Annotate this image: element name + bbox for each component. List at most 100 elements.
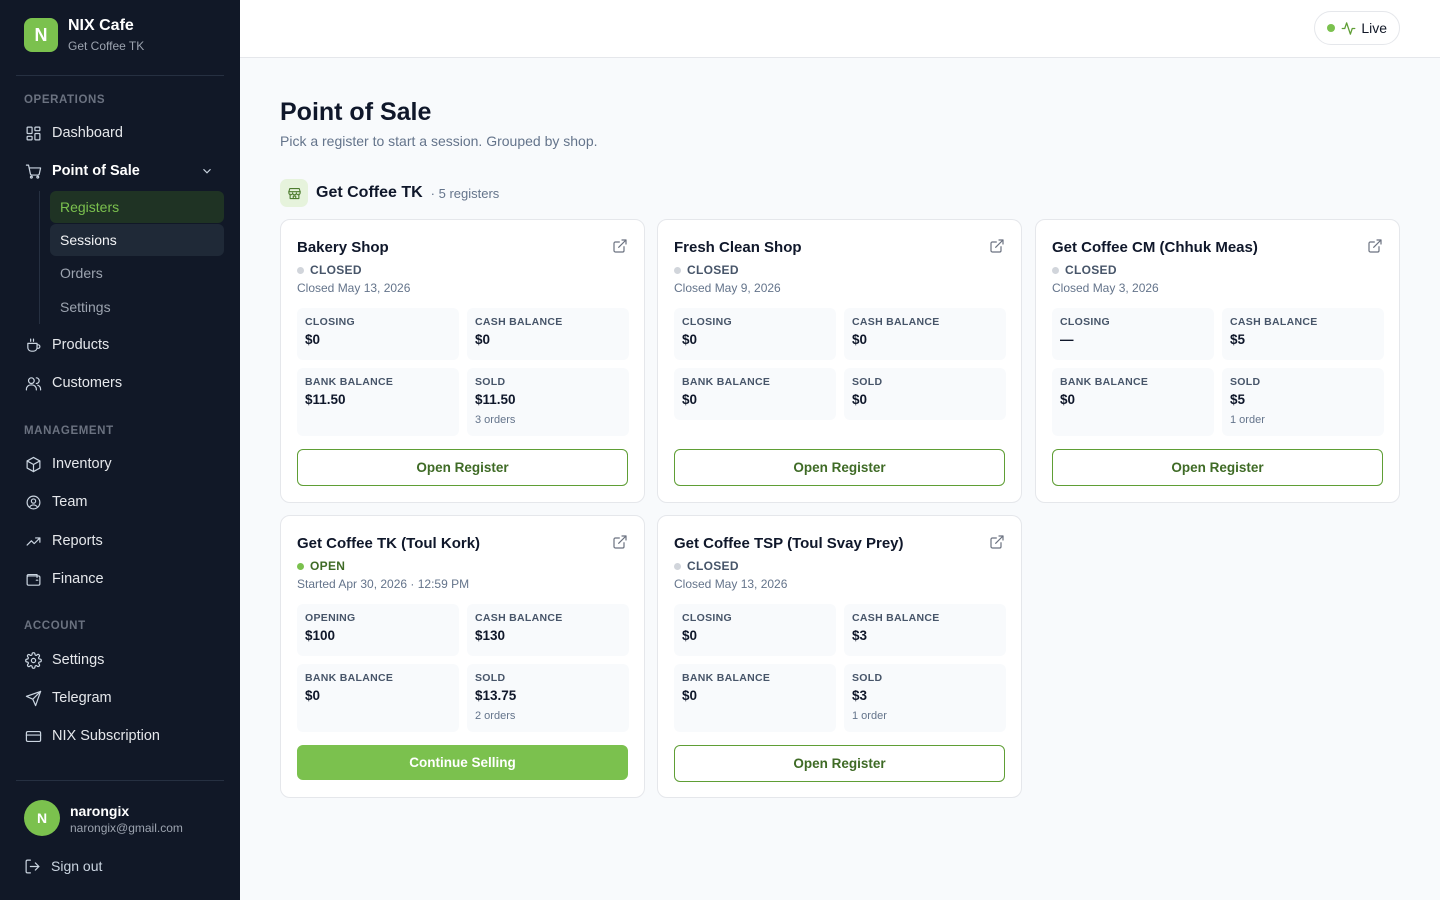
stat-value: $0 — [682, 332, 698, 347]
shop-register-count: · 5 registers — [430, 185, 500, 201]
dashboard-icon — [24, 124, 42, 142]
stat-label: CASH BALANCE — [852, 316, 940, 328]
status-date: Closed May 9, 2026 — [674, 281, 781, 295]
status-badge: CLOSED — [297, 263, 362, 277]
sidebar-item-label: Dashboard — [52, 125, 123, 141]
sidebar: N NIX Cafe Get Coffee TK OPERATIONS Dash… — [0, 0, 240, 900]
sidebar-item-customers[interactable]: Customers — [16, 367, 224, 399]
external-link-icon[interactable] — [612, 534, 628, 550]
topbar: Live — [240, 0, 1440, 58]
sidebar-item-products[interactable]: Products — [16, 329, 224, 361]
stat-label: CLOSING — [1060, 316, 1110, 328]
brand-logo: N — [24, 18, 58, 52]
sidebar-item-label: NIX Subscription — [52, 728, 160, 744]
status-text: OPEN — [310, 559, 346, 573]
stat-s1: CLOSING $0 — [674, 604, 836, 656]
stat-label: CASH BALANCE — [475, 316, 563, 328]
register-card: Get Coffee TK (Toul Kork) OPEN Started Apr… — [280, 515, 645, 798]
sidebar-subitem-sessions[interactable]: Sessions — [50, 224, 224, 256]
sign-out-button[interactable]: Sign out — [24, 856, 102, 876]
status-date: Closed May 3, 2026 — [1052, 281, 1159, 295]
stat-s1: OPENING $100 — [297, 604, 459, 656]
external-link-icon[interactable] — [989, 238, 1005, 254]
sidebar-subitem-registers[interactable]: Registers — [50, 191, 224, 223]
stat-label: SOLD — [475, 672, 506, 684]
sidebar-item-label: Reports — [52, 533, 103, 549]
activity-icon — [1341, 21, 1356, 35]
stat-s3: BANK BALANCE $0 — [1052, 368, 1214, 436]
stat-value: $0 — [305, 688, 321, 703]
sidebar-item-inventory[interactable]: Inventory — [16, 448, 224, 480]
stat-value: $11.50 — [305, 392, 346, 407]
send-icon — [24, 689, 42, 707]
stat-label: SOLD — [852, 672, 883, 684]
live-label: Live — [1361, 20, 1387, 36]
sidebar-item-label: Customers — [52, 375, 123, 391]
avatar[interactable]: N — [24, 800, 60, 836]
status-dot — [297, 562, 304, 570]
stat-s4: SOLD $0 — [844, 368, 1006, 420]
chevron-down-icon[interactable] — [200, 164, 214, 178]
status-date: Started Apr 30, 2026 · 12:59 PM — [297, 577, 470, 591]
sidebar-item-dashboard[interactable]: Dashboard — [16, 117, 224, 149]
stat-value: $0 — [852, 332, 868, 347]
sidebar-item-team[interactable]: Team — [16, 486, 224, 518]
page-title: Point of Sale — [280, 98, 432, 126]
open-register-button[interactable]: Open Register — [1052, 449, 1383, 486]
status-badge: CLOSED — [674, 559, 739, 573]
external-link-icon[interactable] — [612, 238, 628, 254]
continue-selling-button[interactable]: Continue Selling — [297, 745, 628, 780]
status-dot — [1052, 266, 1059, 274]
stat-s3: BANK BALANCE $11.50 — [297, 368, 459, 436]
brand[interactable]: N NIX Cafe Get Coffee TK — [24, 17, 144, 53]
sidebar-subitem-orders[interactable]: Orders — [50, 257, 224, 289]
sidebar-item-label: Team — [52, 494, 88, 510]
sidebar-item-point-of-sale[interactable]: Point of Sale — [16, 155, 224, 187]
stat-value: — — [1060, 332, 1074, 347]
register-card: Get Coffee TSP (Toul Svay Prey) CLOSED Clo… — [657, 515, 1022, 798]
sidebar-item-telegram[interactable]: Telegram — [16, 682, 224, 714]
open-register-button[interactable]: Open Register — [674, 745, 1005, 782]
stat-value: $5 — [1230, 332, 1246, 347]
live-status-button[interactable]: Live — [1314, 11, 1400, 45]
register-card: Get Coffee CM (Chhuk Meas) CLOSED Closed M… — [1035, 219, 1400, 503]
stat-s1: CLOSING — — [1052, 308, 1214, 360]
stat-label: BANK BALANCE — [682, 376, 771, 388]
sidebar-item-label: Inventory — [52, 456, 112, 472]
sidebar-item-label: Finance — [52, 571, 104, 587]
sidebar-item-label: Products — [52, 337, 110, 353]
cart-icon — [24, 162, 42, 180]
stat-s4: SOLD $3 1 order — [844, 664, 1006, 732]
stat-s1: CLOSING $0 — [674, 308, 836, 360]
open-register-button[interactable]: Open Register — [674, 449, 1005, 486]
stat-value: $3 — [852, 628, 868, 643]
trending-up-icon — [24, 532, 42, 550]
stat-value: $0 — [475, 332, 491, 347]
sidebar-item-label: Settings — [52, 652, 105, 668]
sidebar-item-settings[interactable]: Settings — [16, 644, 224, 676]
sidebar-subitem-settings[interactable]: Settings — [50, 291, 224, 323]
shop-name: Get Coffee TK — [316, 184, 423, 201]
external-link-icon[interactable] — [989, 534, 1005, 550]
open-register-button[interactable]: Open Register — [297, 449, 628, 486]
sidebar-item-subscription[interactable]: NIX Subscription — [16, 720, 224, 752]
user-circle-icon — [24, 493, 42, 511]
external-link-icon[interactable] — [1367, 238, 1383, 254]
stat-s4: SOLD $5 1 order — [1222, 368, 1384, 436]
stat-label: CLOSING — [305, 316, 355, 328]
page-subtitle: Pick a register to start a session. Grou… — [280, 133, 598, 149]
section-label-operations: OPERATIONS — [24, 94, 106, 106]
stat-s3: BANK BALANCE $0 — [674, 368, 836, 420]
register-card: Fresh Clean Shop CLOSED Closed May 9, 2026… — [657, 219, 1022, 503]
sidebar-item-finance[interactable]: Finance — [16, 563, 224, 595]
status-badge: CLOSED — [1052, 263, 1117, 277]
stat-label: SOLD — [852, 376, 883, 388]
stat-orders-count: 2 orders — [475, 710, 516, 722]
sidebar-item-label: Point of Sale — [52, 163, 140, 179]
status-badge: CLOSED — [674, 263, 739, 277]
stat-s2: CASH BALANCE $0 — [467, 308, 629, 360]
gear-icon — [24, 651, 42, 669]
sidebar-item-reports[interactable]: Reports — [16, 525, 224, 557]
register-name: Get Coffee TK (Toul Kork) — [297, 535, 481, 552]
user-name: narongix — [70, 803, 130, 819]
